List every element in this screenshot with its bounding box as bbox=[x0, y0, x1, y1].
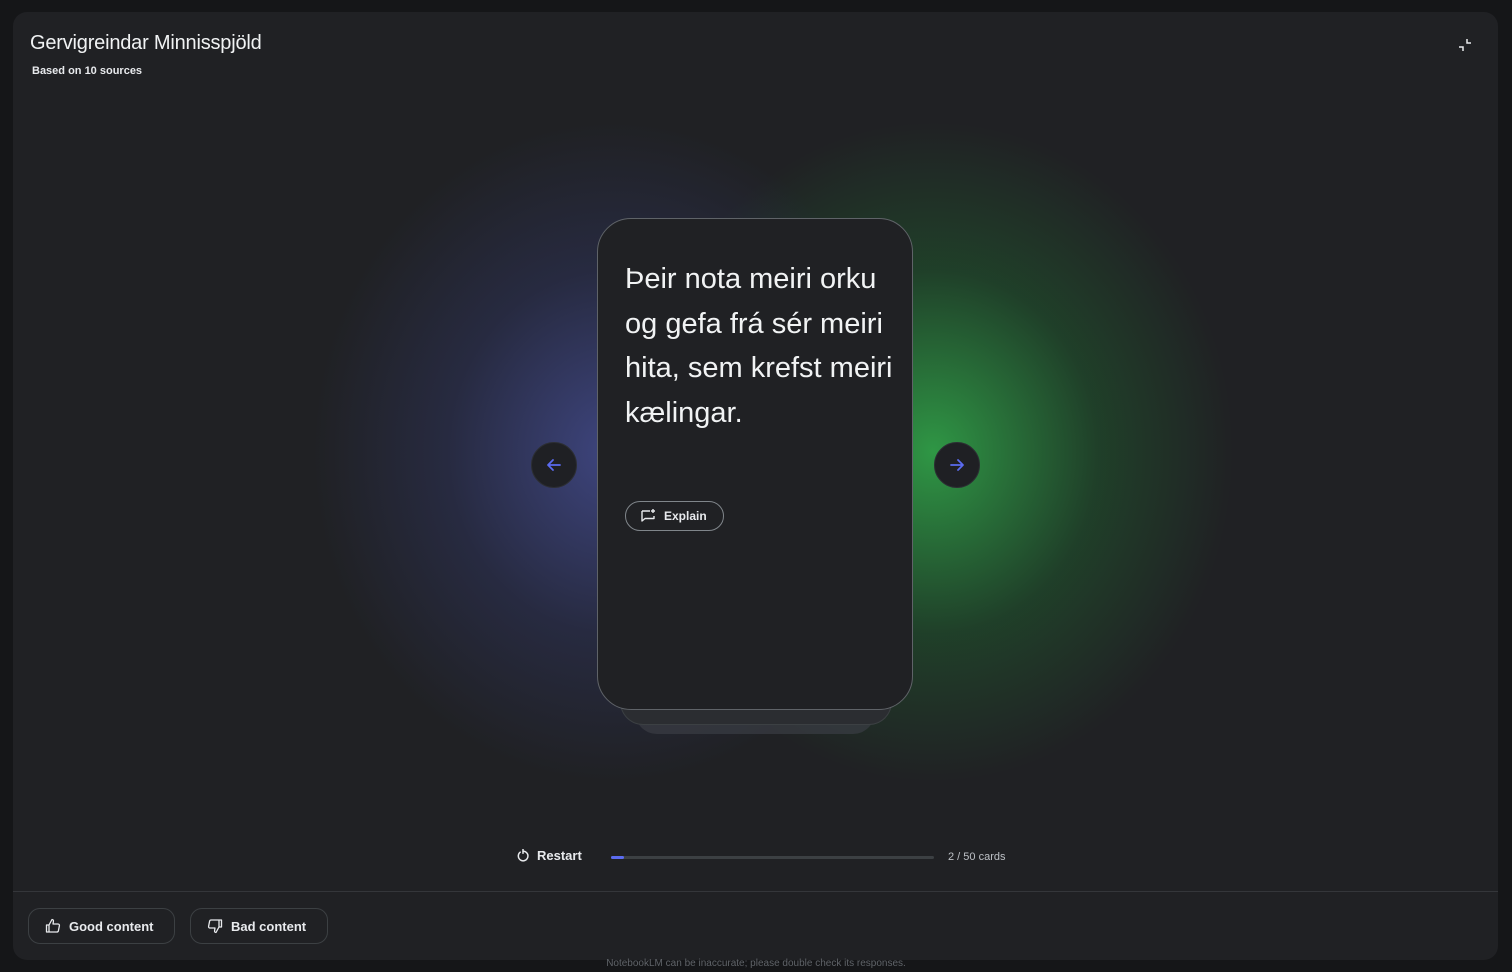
good-content-button[interactable]: Good content bbox=[28, 908, 175, 944]
explain-label: Explain bbox=[664, 509, 707, 523]
arrow-right-icon bbox=[950, 459, 964, 471]
disclaimer-text: NotebookLM can be inaccurate; please dou… bbox=[606, 958, 906, 969]
footer-divider bbox=[13, 891, 1498, 892]
arrow-left-icon bbox=[547, 459, 561, 471]
flashcard-text: Þeir nota meiri orku og gefa frá sér mei… bbox=[625, 263, 893, 429]
bad-content-button[interactable]: Bad content bbox=[190, 908, 328, 944]
collapse-button[interactable] bbox=[1454, 34, 1476, 56]
thumbs-down-icon bbox=[207, 919, 223, 934]
good-content-label: Good content bbox=[69, 918, 154, 934]
flashcards-panel: Gervigreindar Minnisspjöld Based on 10 s… bbox=[13, 12, 1498, 960]
collapse-icon bbox=[1459, 39, 1471, 51]
progress-row: Restart 2 / 50 cards bbox=[13, 848, 1498, 868]
bad-content-label: Bad content bbox=[231, 918, 307, 934]
sources-subtitle: Based on 10 sources bbox=[32, 65, 143, 77]
card-count: 2 / 50 cards bbox=[948, 851, 1006, 863]
flashcard[interactable]: Þeir nota meiri orku og gefa frá sér mei… bbox=[597, 218, 913, 710]
progress-fill bbox=[611, 856, 624, 859]
restart-label: Restart bbox=[537, 848, 582, 863]
thumbs-up-icon bbox=[45, 918, 61, 933]
restart-button[interactable]: Restart bbox=[516, 848, 582, 863]
page-title: Gervigreindar Minnisspjöld bbox=[30, 32, 262, 54]
explain-button[interactable]: Explain bbox=[625, 501, 724, 531]
chat-spark-icon bbox=[641, 509, 655, 522]
previous-card-button[interactable] bbox=[531, 442, 577, 488]
progress-bar bbox=[611, 856, 934, 859]
app-background: Gervigreindar Minnisspjöld Based on 10 s… bbox=[0, 0, 1512, 972]
restart-icon bbox=[517, 848, 529, 861]
next-card-button[interactable] bbox=[934, 442, 980, 488]
